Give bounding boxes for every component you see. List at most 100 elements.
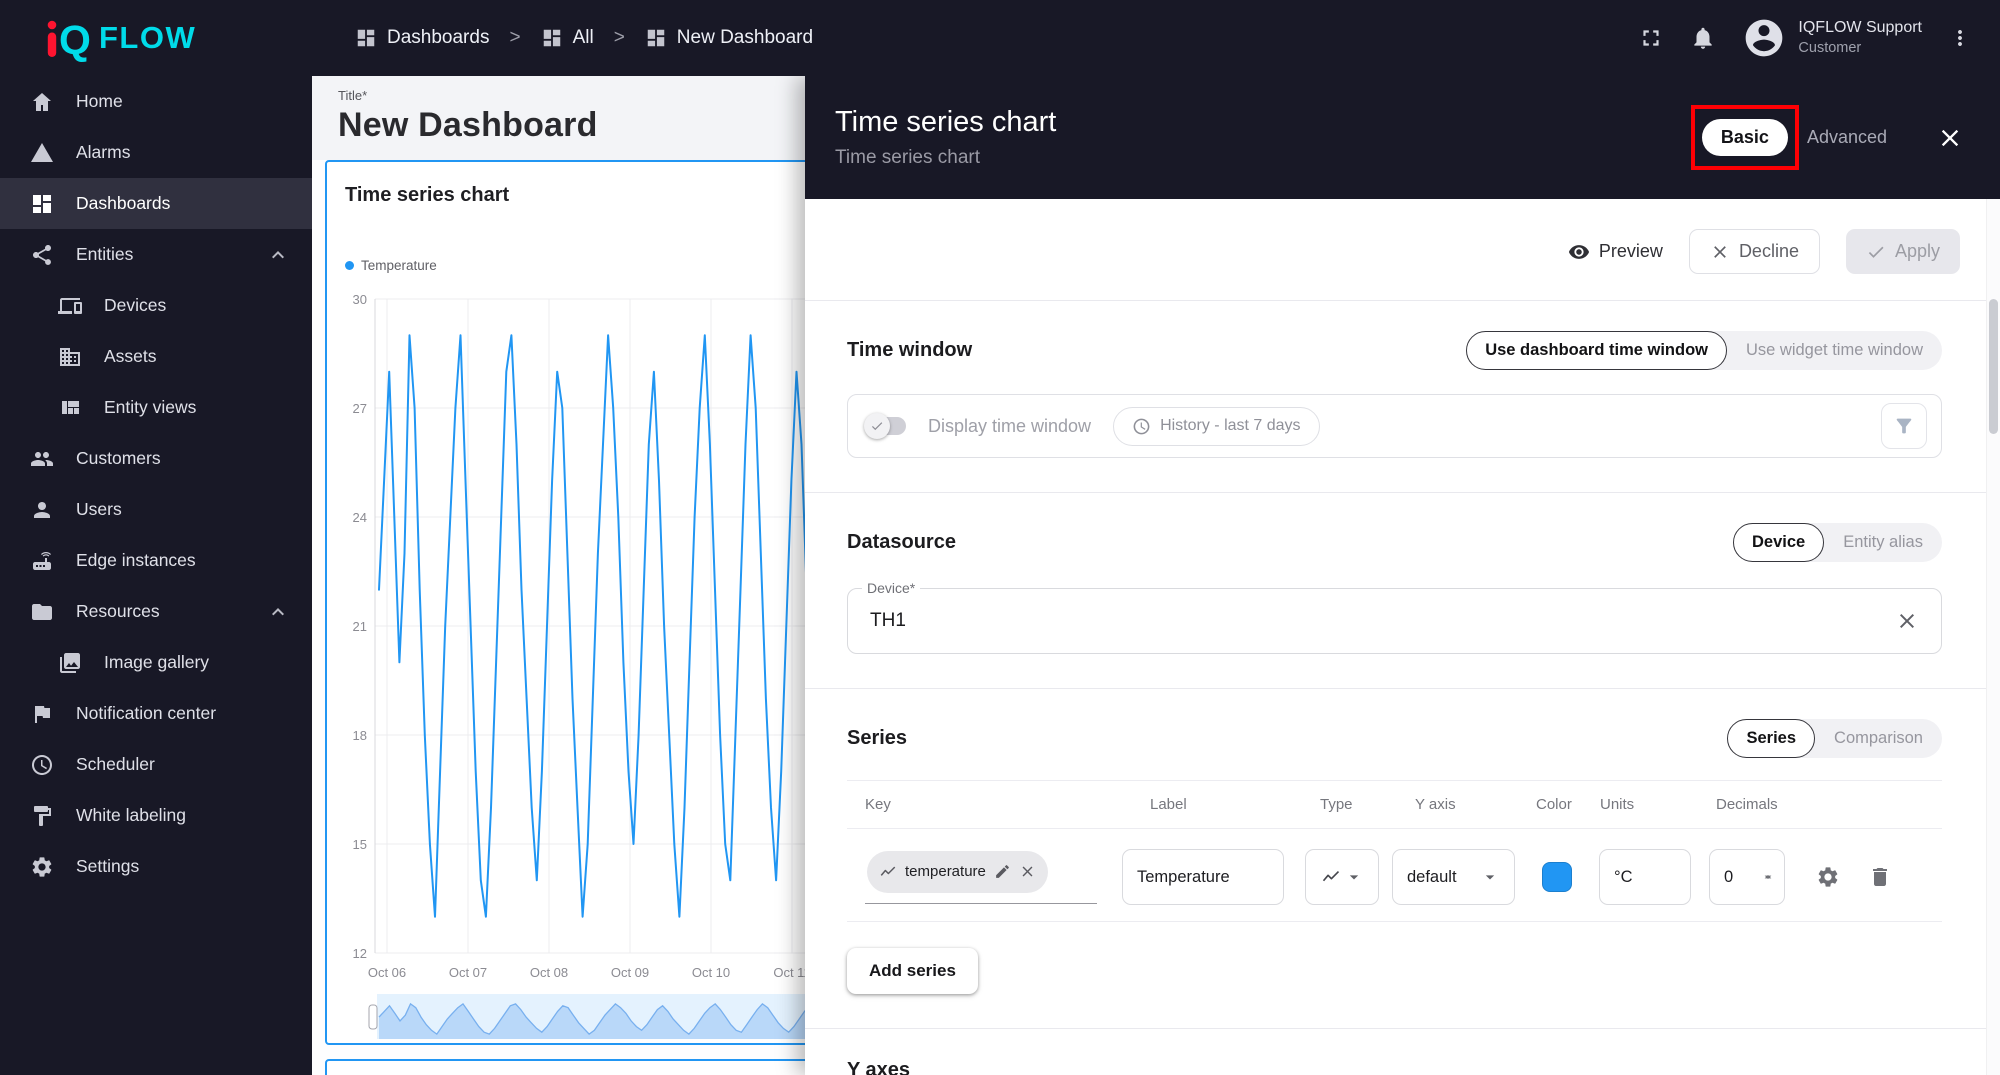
series-settings-button[interactable] <box>1816 865 1840 889</box>
settings-icon <box>32 856 52 877</box>
mode-toggle-basic[interactable]: Basic <box>1690 105 1799 170</box>
series-type-select[interactable] <box>1305 849 1379 905</box>
sidebar-item-customers[interactable]: Customers <box>0 433 312 484</box>
sidebar-item-settings[interactable]: Settings <box>0 841 312 892</box>
scrollbar-thumb[interactable] <box>1988 299 1998 434</box>
device-field[interactable]: Device* TH1 <box>847 580 1942 654</box>
sidebar-item-label: White labeling <box>76 805 186 825</box>
history-timewindow-button[interactable]: History - last 7 days <box>1113 406 1320 446</box>
series-row: temperature Temperature default °C 0 <box>847 829 1942 922</box>
bell-icon <box>1694 27 1713 49</box>
datasource-toggle-entity-alias[interactable]: Entity alias <box>1824 523 1942 562</box>
sidebar-item-devices[interactable]: Devices <box>0 280 312 331</box>
fullscreen-icon <box>1643 30 1659 46</box>
sidebar-item-users[interactable]: Users <box>0 484 312 535</box>
timeline-icon <box>880 866 896 876</box>
svg-text:Oct 10: Oct 10 <box>692 965 730 980</box>
app-logo[interactable]: Q FLOW <box>45 14 295 62</box>
sidebar-item-image-gallery[interactable]: Image gallery <box>0 637 312 688</box>
series-yaxis-select[interactable]: default <box>1392 849 1515 905</box>
time-window-toggle-use-widget-time-window[interactable]: Use widget time window <box>1727 331 1942 370</box>
remove-key-button[interactable] <box>1019 863 1036 880</box>
series-toggle: Series Comparison <box>1727 719 1942 758</box>
svg-text:24: 24 <box>353 510 367 525</box>
datasource-toggle-device[interactable]: Device <box>1732 523 1825 562</box>
series-table: Key Label Type Y axis Color Units Decimals tem… <box>847 780 1942 922</box>
breadcrumb-label: All <box>572 27 594 48</box>
dashboards-icon <box>357 29 375 47</box>
edit-key-button[interactable] <box>994 863 1011 880</box>
datasource-toggle: Device Entity alias <box>1732 523 1942 562</box>
datasource-heading: Datasource <box>847 531 956 553</box>
sparkline-icon <box>879 863 897 881</box>
series-heading: Series <box>847 727 908 749</box>
sidebar-item-resources[interactable]: Resources <box>0 586 312 637</box>
series-decimals-input[interactable]: 0 <box>1709 849 1785 905</box>
time-window-toggle-use-dashboard-time-window[interactable]: Use dashboard time window <box>1466 331 1727 370</box>
home-icon <box>33 92 51 111</box>
chart-legend[interactable]: Temperature <box>345 258 437 273</box>
svg-text:18: 18 <box>353 728 367 743</box>
sidebar-item-entity-views[interactable]: Entity views <box>0 382 312 433</box>
series-units-input[interactable]: °C <box>1599 849 1691 905</box>
mode-toggle-advanced[interactable]: Advanced <box>1788 119 1906 156</box>
svg-text:Oct 07: Oct 07 <box>449 965 487 980</box>
panel-scrollbar[interactable] <box>1986 199 2000 1075</box>
decline-button[interactable]: Decline <box>1688 229 1820 274</box>
series-delete-button[interactable] <box>1868 865 1892 889</box>
sidebar-item-alarms[interactable]: Alarms <box>0 127 312 178</box>
chevron-up-icon <box>272 607 284 615</box>
decline-label: Decline <box>1738 241 1799 261</box>
breadcrumb-item-new-dashboard[interactable]: New Dashboard <box>645 27 813 49</box>
series-column-units: Units <box>1600 796 1635 813</box>
breadcrumb-separator: > <box>613 27 625 48</box>
app-root: Q FLOW Dashboards > All > New Dashboard IQFL… <box>0 0 2000 1075</box>
history-label: History - last 7 days <box>1160 417 1301 434</box>
breadcrumb-separator: > <box>509 27 521 48</box>
more-menu-button[interactable] <box>1948 26 1972 50</box>
sidebar-item-scheduler[interactable]: Scheduler <box>0 739 312 790</box>
spin-down-icon <box>1764 875 1772 879</box>
legend-label: Temperature <box>361 258 437 273</box>
series-color-picker[interactable] <box>1542 862 1572 892</box>
dashboards-icon <box>543 29 560 47</box>
time-window-section: Time window Use dashboard time window Use… <box>805 301 2000 492</box>
sidebar-item-dashboards[interactable]: Dashboards <box>0 178 312 229</box>
user-menu[interactable]: IQFLOW Support Customer <box>1742 16 1922 60</box>
filter-icon <box>1893 415 1915 437</box>
series-label-input[interactable]: Temperature <box>1122 849 1284 905</box>
clear-device-button[interactable] <box>1895 609 1919 633</box>
sidebar-item-notification-center[interactable]: Notification center <box>0 688 312 739</box>
sidebar-item-assets[interactable]: Assets <box>0 331 312 382</box>
topbar-actions: IQFLOW Support Customer <box>1638 16 1972 60</box>
spinner-down-icon[interactable] <box>1760 873 1776 881</box>
top-header: Q FLOW Dashboards > All > New Dashboard IQFL… <box>0 0 2000 76</box>
svg-text:30: 30 <box>353 292 367 307</box>
timewindow-filter-button[interactable] <box>1881 403 1927 449</box>
series-key-chip[interactable]: temperature <box>867 850 1048 893</box>
add-series-button[interactable]: Add series <box>847 948 978 994</box>
breadcrumb-item-dashboards[interactable]: Dashboards <box>355 27 489 49</box>
series-toggle-series[interactable]: Series <box>1727 719 1816 758</box>
fullscreen-button[interactable] <box>1638 25 1664 51</box>
gear-icon <box>1818 867 1838 887</box>
sidebar-item-home[interactable]: Home <box>0 76 312 127</box>
sidebar-item-label: Devices <box>104 295 167 315</box>
edge-icon <box>33 551 51 570</box>
widget-config-header: Time series chart Time series chart Basi… <box>805 76 2000 199</box>
display-time-window-toggle[interactable] <box>864 413 906 439</box>
sidebar-item-edge-instances[interactable]: Edge instances <box>0 535 312 586</box>
close-panel-button[interactable] <box>1936 124 1964 152</box>
notifications-button[interactable] <box>1690 25 1716 51</box>
scheduler-icon <box>32 754 52 775</box>
sidebar-item-entities[interactable]: Entities <box>0 229 312 280</box>
apply-button[interactable]: Apply <box>1845 229 1960 274</box>
preview-button[interactable]: Preview <box>1568 241 1663 263</box>
sidebar-item-white-labeling[interactable]: White labeling <box>0 790 312 841</box>
panel-header-actions: Basic Advanced <box>1690 105 1964 170</box>
white-labeling-icon <box>34 805 51 826</box>
series-toggle-comparison[interactable]: Comparison <box>1815 719 1942 758</box>
breadcrumb-item-all[interactable]: All <box>541 27 594 49</box>
svg-text:21: 21 <box>353 619 367 634</box>
series-column-color: Color <box>1536 796 1572 813</box>
